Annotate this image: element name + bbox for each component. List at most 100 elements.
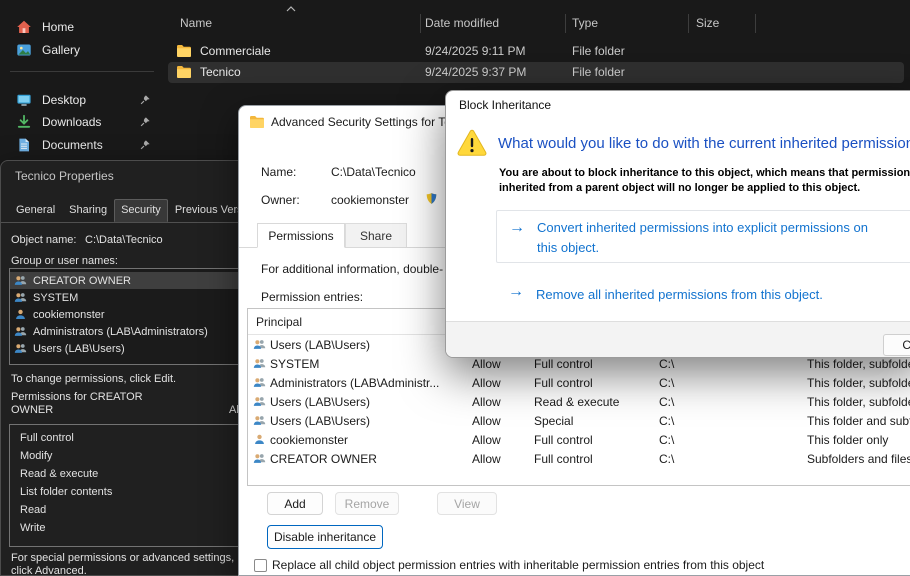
tab-share[interactable]: Share: [345, 223, 407, 248]
folder-icon: [176, 43, 192, 59]
entry-applies-to: Subfolders and files ...: [807, 452, 910, 466]
column-resize-handle[interactable]: [688, 14, 689, 33]
sort-ascending-icon: [286, 6, 296, 12]
tab-security[interactable]: Security: [114, 199, 168, 222]
sidebar-item-downloads[interactable]: Downloads: [6, 110, 160, 134]
column-resize-handle[interactable]: [755, 14, 756, 33]
home-icon: [16, 19, 32, 35]
entry-type: Allow: [472, 395, 501, 409]
entry-access: Full control: [534, 452, 593, 466]
sidebar-item-home[interactable]: Home: [6, 15, 160, 39]
group-or-user-names-label: Group or user names:: [11, 255, 118, 267]
permission-entry-row[interactable]: CREATOR OWNER Allow Full control C:\ Sub…: [248, 449, 910, 468]
main-instruction: What would you like to do with the curre…: [498, 135, 910, 152]
group-icon: [14, 291, 27, 304]
additional-info-text: For additional information, double-: [261, 262, 443, 276]
entry-inherited-from: C:\: [659, 414, 674, 428]
tab-permissions[interactable]: Permissions: [257, 223, 345, 248]
file-row-tecnico[interactable]: Tecnico 9/24/2025 9:37 PM File folder: [168, 62, 904, 83]
entry-applies-to: This folder only: [807, 433, 888, 447]
command-link-arrow-icon: →: [509, 219, 525, 237]
remove-button[interactable]: Remove: [335, 492, 399, 515]
sidebar-item-label: Documents: [42, 138, 103, 152]
column-header-name[interactable]: Name: [180, 16, 212, 30]
body-text-line2: inherited from a parent object will no l…: [499, 182, 860, 194]
principal-column-header[interactable]: Principal: [256, 315, 302, 329]
user-icon: [253, 433, 266, 446]
group-icon: [253, 376, 266, 389]
permission-entry-row[interactable]: Administrators (LAB\Administr... Allow F…: [248, 373, 910, 392]
object-name-value: C:\Data\Tecnico: [85, 234, 163, 246]
tab-general[interactable]: General: [9, 199, 62, 222]
entry-principal: CREATOR OWNER: [270, 452, 377, 466]
convert-permissions-line1: Convert inherited permissions into expli…: [537, 218, 868, 238]
warning-icon: [456, 127, 488, 159]
file-row-commerciale[interactable]: Commerciale 9/24/2025 9:11 PM File folde…: [168, 41, 904, 62]
sidebar-item-gallery[interactable]: Gallery: [6, 38, 160, 62]
sidebar-item-label: Downloads: [42, 115, 101, 129]
entry-type: Allow: [472, 376, 501, 390]
group-icon: [253, 357, 266, 370]
group-list-item[interactable]: CREATOR OWNER: [10, 272, 250, 289]
file-name: Tecnico: [200, 65, 241, 79]
entry-applies-to: This folder, subfolde...: [807, 357, 910, 371]
group-name: CREATOR OWNER: [33, 275, 131, 287]
file-type: File folder: [572, 44, 625, 58]
remove-permissions-command-link[interactable]: → Remove all inherited permissions from …: [496, 279, 910, 307]
entry-principal: Administrators (LAB\Administr...: [270, 376, 439, 390]
remove-permissions-text: Remove all inherited permissions from th…: [536, 285, 823, 305]
command-link-arrow-icon: →: [508, 283, 524, 301]
convert-permissions-text: Convert inherited permissions into expli…: [537, 218, 868, 258]
view-button[interactable]: View: [437, 492, 497, 515]
replace-permissions-checkbox[interactable]: [254, 559, 267, 572]
column-header-date-modified[interactable]: Date modified: [425, 16, 499, 30]
file-date-modified: 9/24/2025 9:11 PM: [425, 44, 526, 58]
column-resize-handle[interactable]: [420, 14, 421, 33]
owner-value: cookiemonster: [331, 193, 409, 207]
group-list-item[interactable]: Administrators (LAB\Administrators): [10, 323, 250, 340]
disable-inheritance-button[interactable]: Disable inheritance: [267, 525, 383, 549]
sidebar-item-desktop[interactable]: Desktop: [6, 88, 160, 112]
cancel-button[interactable]: Cancel: [883, 334, 910, 356]
entry-type: Allow: [472, 357, 501, 371]
entry-principal: Users (LAB\Users): [270, 338, 370, 352]
entry-inherited-from: C:\: [659, 376, 674, 390]
convert-permissions-command-link[interactable]: → Convert inherited permissions into exp…: [496, 210, 910, 263]
permission-item[interactable]: List folder contents: [10, 483, 250, 501]
group-icon: [253, 452, 266, 465]
file-date-modified: 9/24/2025 9:37 PM: [425, 65, 526, 79]
user-icon: [14, 308, 27, 321]
dialog-title: Block Inheritance: [459, 98, 551, 112]
permission-item[interactable]: Full control: [10, 429, 250, 447]
name-value: C:\Data\Tecnico: [331, 165, 416, 179]
column-header-size[interactable]: Size: [696, 16, 719, 30]
group-icon: [14, 325, 27, 338]
advanced-settings-hint: For special permissions or advanced sett…: [11, 552, 234, 576]
entry-access: Full control: [534, 433, 593, 447]
entry-inherited-from: C:\: [659, 357, 674, 371]
group-list-item[interactable]: SYSTEM: [10, 289, 250, 306]
file-list-column-headers: Name Date modified Type Size: [166, 12, 910, 36]
permission-entry-row[interactable]: cookiemonster Allow Full control C:\ Thi…: [248, 430, 910, 449]
group-list-item[interactable]: cookiemonster: [10, 306, 250, 323]
entry-applies-to: This folder, subfolde...: [807, 395, 910, 409]
column-resize-handle[interactable]: [565, 14, 566, 33]
permission-item[interactable]: Modify: [10, 447, 250, 465]
entry-inherited-from: C:\: [659, 452, 674, 466]
sidebar-item-documents[interactable]: Documents: [6, 133, 160, 157]
permission-item[interactable]: Read: [10, 501, 250, 519]
permission-item[interactable]: Read & execute: [10, 465, 250, 483]
desktop-icon: [16, 92, 32, 108]
permission-entry-row[interactable]: Users (LAB\Users) Allow Special C:\ This…: [248, 411, 910, 430]
dialog-title: Tecnico Properties: [15, 169, 114, 183]
permission-entry-row[interactable]: Users (LAB\Users) Allow Read & execute C…: [248, 392, 910, 411]
file-name: Commerciale: [200, 44, 271, 58]
tab-strip-divider: [1, 222, 257, 223]
permission-item[interactable]: Write: [10, 519, 250, 537]
group-list-item[interactable]: Users (LAB\Users): [10, 340, 250, 357]
sidebar-item-label: Desktop: [42, 93, 86, 107]
add-button[interactable]: Add: [267, 492, 323, 515]
name-label: Name:: [261, 165, 296, 179]
column-header-type[interactable]: Type: [572, 16, 598, 30]
tab-sharing[interactable]: Sharing: [62, 199, 114, 222]
